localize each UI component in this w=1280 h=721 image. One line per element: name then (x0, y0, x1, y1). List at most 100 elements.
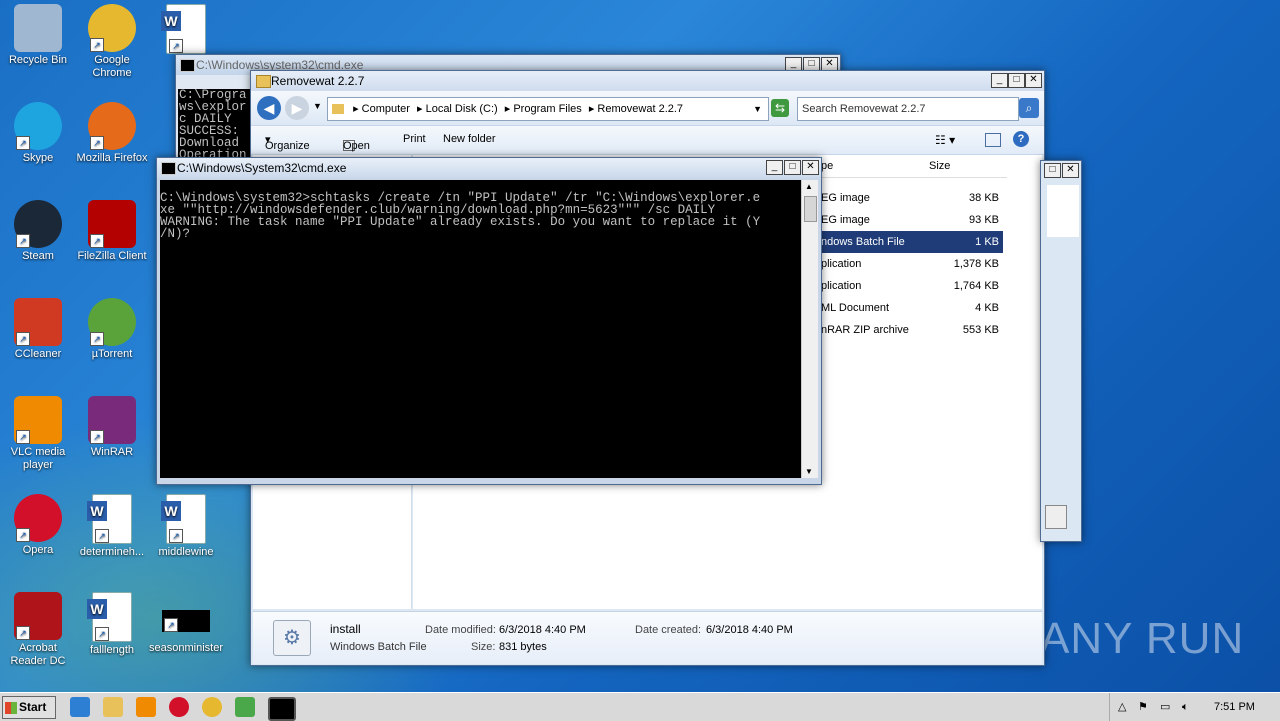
file-size: 38 KB (969, 192, 999, 204)
cmd-scrollbar[interactable]: ▲ ▼ (801, 180, 818, 478)
close-button[interactable]: ✕ (802, 160, 819, 175)
desktop-icon-label: Mozilla Firefox (76, 152, 148, 164)
anyrun-watermark: ANY RUN (1040, 614, 1245, 663)
column-type[interactable]: pe (817, 155, 928, 178)
maximize-button[interactable]: □ (1008, 73, 1025, 88)
file-type: EG image (821, 192, 870, 204)
minimize-button[interactable]: _ (991, 73, 1008, 88)
desktop-icon-label: WinRAR (90, 446, 134, 458)
cmd-output[interactable]: C:\Windows\system32>schtasks /create /tn… (160, 180, 801, 478)
scroll-down-icon[interactable]: ▼ (805, 467, 813, 476)
taskbar-ie-icon[interactable] (70, 697, 90, 717)
search-input[interactable]: Search Removewat 2.2.7 (797, 97, 1019, 121)
cmd-window[interactable]: C:\Windows\System32\cmd.exe _ □ ✕ C:\Win… (156, 157, 822, 485)
close-button[interactable]: ✕ (1062, 163, 1079, 178)
file-size: 1 KB (975, 236, 999, 248)
refresh-icon[interactable]: ⇆ (771, 99, 789, 117)
taskbar-windows-flag-icon[interactable] (235, 697, 255, 717)
new-folder-button[interactable]: New folder (443, 133, 496, 145)
breadcrumb-item[interactable]: ▸ Computer (353, 103, 413, 115)
word-doc-icon: W ↗ (161, 4, 206, 54)
shortcut-arrow-icon: ↗ (164, 618, 178, 632)
desktop-icon-falllength[interactable]: W ↗ falllength (74, 592, 150, 657)
start-button[interactable]: Start (2, 696, 56, 719)
desktop-icon-ccleaner[interactable]: ↗ CCleaner (0, 298, 76, 361)
forward-button[interactable]: ▶ (285, 96, 309, 120)
button-edge[interactable] (1045, 505, 1067, 529)
close-button[interactable]: ✕ (1025, 73, 1042, 88)
window-content (1047, 185, 1079, 237)
file-size: 1,378 KB (953, 258, 999, 270)
explorer-titlebar[interactable]: Removewat 2.2.7 _ □ ✕ (251, 71, 1044, 91)
search-icon[interactable]: ⌕ (1019, 98, 1039, 118)
desktop-icon-filezilla-client[interactable]: ↗ FileZilla Client (74, 200, 150, 263)
taskbar-opera-icon[interactable] (169, 697, 189, 717)
preview-pane-icon[interactable] (985, 133, 1001, 147)
taskbar-media-player-icon[interactable] (136, 697, 156, 717)
breadcrumb-item[interactable]: ▸ Local Disk (C:) (417, 103, 501, 115)
desktop-icon--torrent[interactable]: ↗ µTorrent (74, 298, 150, 361)
desktop-icon-acrobat-reader-dc[interactable]: ↗ Acrobat Reader DC (0, 592, 76, 668)
back-button[interactable]: ◀ (257, 96, 281, 120)
desktop-icon-vlc-media-player[interactable]: ↗ VLC media player (0, 396, 76, 472)
file-row[interactable]: ndows Batch File 1 KB (817, 231, 1003, 253)
action-center-icon[interactable]: ⚑ (1138, 693, 1148, 721)
desktop-icon-opera[interactable]: ↗ Opera (0, 494, 76, 557)
file-row[interactable]: plication 1,764 KB (817, 275, 1003, 297)
cmd-icon (161, 162, 176, 175)
scroll-thumb[interactable] (804, 196, 817, 222)
print-button[interactable]: Print (403, 133, 426, 145)
scroll-up-icon[interactable]: ▲ (805, 182, 813, 191)
file-type: ML Document (821, 302, 890, 314)
address-bar[interactable]: ▸ Computer ▸ Local Disk (C:) ▸ Program F… (327, 97, 769, 121)
view-options-icon[interactable]: ☷ ▾ (935, 133, 955, 147)
file-row[interactable]: plication 1,378 KB (817, 253, 1003, 275)
taskbar-cmd-icon[interactable] (268, 697, 296, 721)
desktop-icon-middlewine[interactable]: W ↗ middlewine (148, 494, 224, 559)
file-size: 4 KB (975, 302, 999, 314)
breadcrumb[interactable]: ▸ Computer ▸ Local Disk (C:) ▸ Program F… (353, 103, 687, 115)
organize-button[interactable]: Organize ▾ (265, 133, 310, 152)
desktop-icon-label: Skype (22, 152, 54, 164)
firefox-icon: ↗ (88, 102, 136, 150)
shortcut-arrow-icon: ↗ (169, 529, 183, 543)
desktop-icon-determineh[interactable]: W ↗ determineh... (74, 494, 150, 559)
shortcut-arrow-icon: ↗ (16, 626, 30, 640)
background-window-right[interactable]: ✕ □ (1040, 160, 1082, 542)
desktop-icon-google-chrome[interactable]: ↗ Google Chrome (74, 4, 150, 80)
desktop-icon-label: determineh... (79, 546, 145, 558)
column-size[interactable]: Size (925, 155, 1007, 178)
taskbar-chrome-icon[interactable] (202, 697, 222, 717)
details-modified-label: Date modified: (425, 624, 496, 636)
network-icon[interactable]: ▭ (1160, 693, 1170, 721)
desktop-icon-recycle-bin[interactable]: Recycle Bin (0, 4, 76, 67)
desktop-icon-seasonminister[interactable]: ↗ seasonminister (148, 592, 224, 655)
desktop-icon-winrar[interactable]: ↗ WinRAR (74, 396, 150, 459)
help-icon[interactable]: ? (1013, 131, 1029, 147)
clock[interactable]: 7:51 PM (1214, 693, 1255, 721)
desktop-icon-mozilla-firefox[interactable]: ↗ Mozilla Firefox (74, 102, 150, 165)
desktop-icon-steam[interactable]: ↗ Steam (0, 200, 76, 263)
explorer-toolbar: Organize ▾ Open Print New folder ☷ ▾ ? (251, 125, 1044, 155)
tray-expand-icon[interactable]: △ (1118, 693, 1126, 721)
maximize-button[interactable]: □ (1044, 163, 1061, 178)
file-row[interactable]: EG image 38 KB (817, 187, 1003, 209)
volume-icon[interactable]: 🔈︎ (1182, 693, 1189, 721)
file-row[interactable]: ML Document 4 KB (817, 297, 1003, 319)
taskbar-explorer-icon[interactable] (103, 697, 123, 717)
minimize-button[interactable]: _ (766, 160, 783, 175)
file-row[interactable]: EG image 93 KB (817, 209, 1003, 231)
address-dropdown-icon[interactable]: ▼ (753, 98, 762, 120)
shortcut-arrow-icon: ↗ (90, 332, 104, 346)
breadcrumb-item[interactable]: ▸ Removewat 2.2.7 (589, 103, 683, 115)
file-row[interactable]: nRAR ZIP archive 553 KB (817, 319, 1003, 341)
desktop-icon-skype[interactable]: ↗ Skype (0, 102, 76, 165)
maximize-button[interactable]: □ (784, 160, 801, 175)
file-size: 553 KB (962, 324, 999, 336)
desktop-icon-label: Google Chrome (92, 54, 132, 79)
recent-pages-chevron-icon[interactable]: ▼ (313, 101, 322, 111)
breadcrumb-item[interactable]: ▸ Program Files (505, 103, 585, 115)
file-type: nRAR ZIP archive (821, 324, 909, 336)
file-type: plication (821, 280, 862, 292)
cmd-titlebar[interactable]: C:\Windows\System32\cmd.exe _ □ ✕ (157, 158, 821, 178)
